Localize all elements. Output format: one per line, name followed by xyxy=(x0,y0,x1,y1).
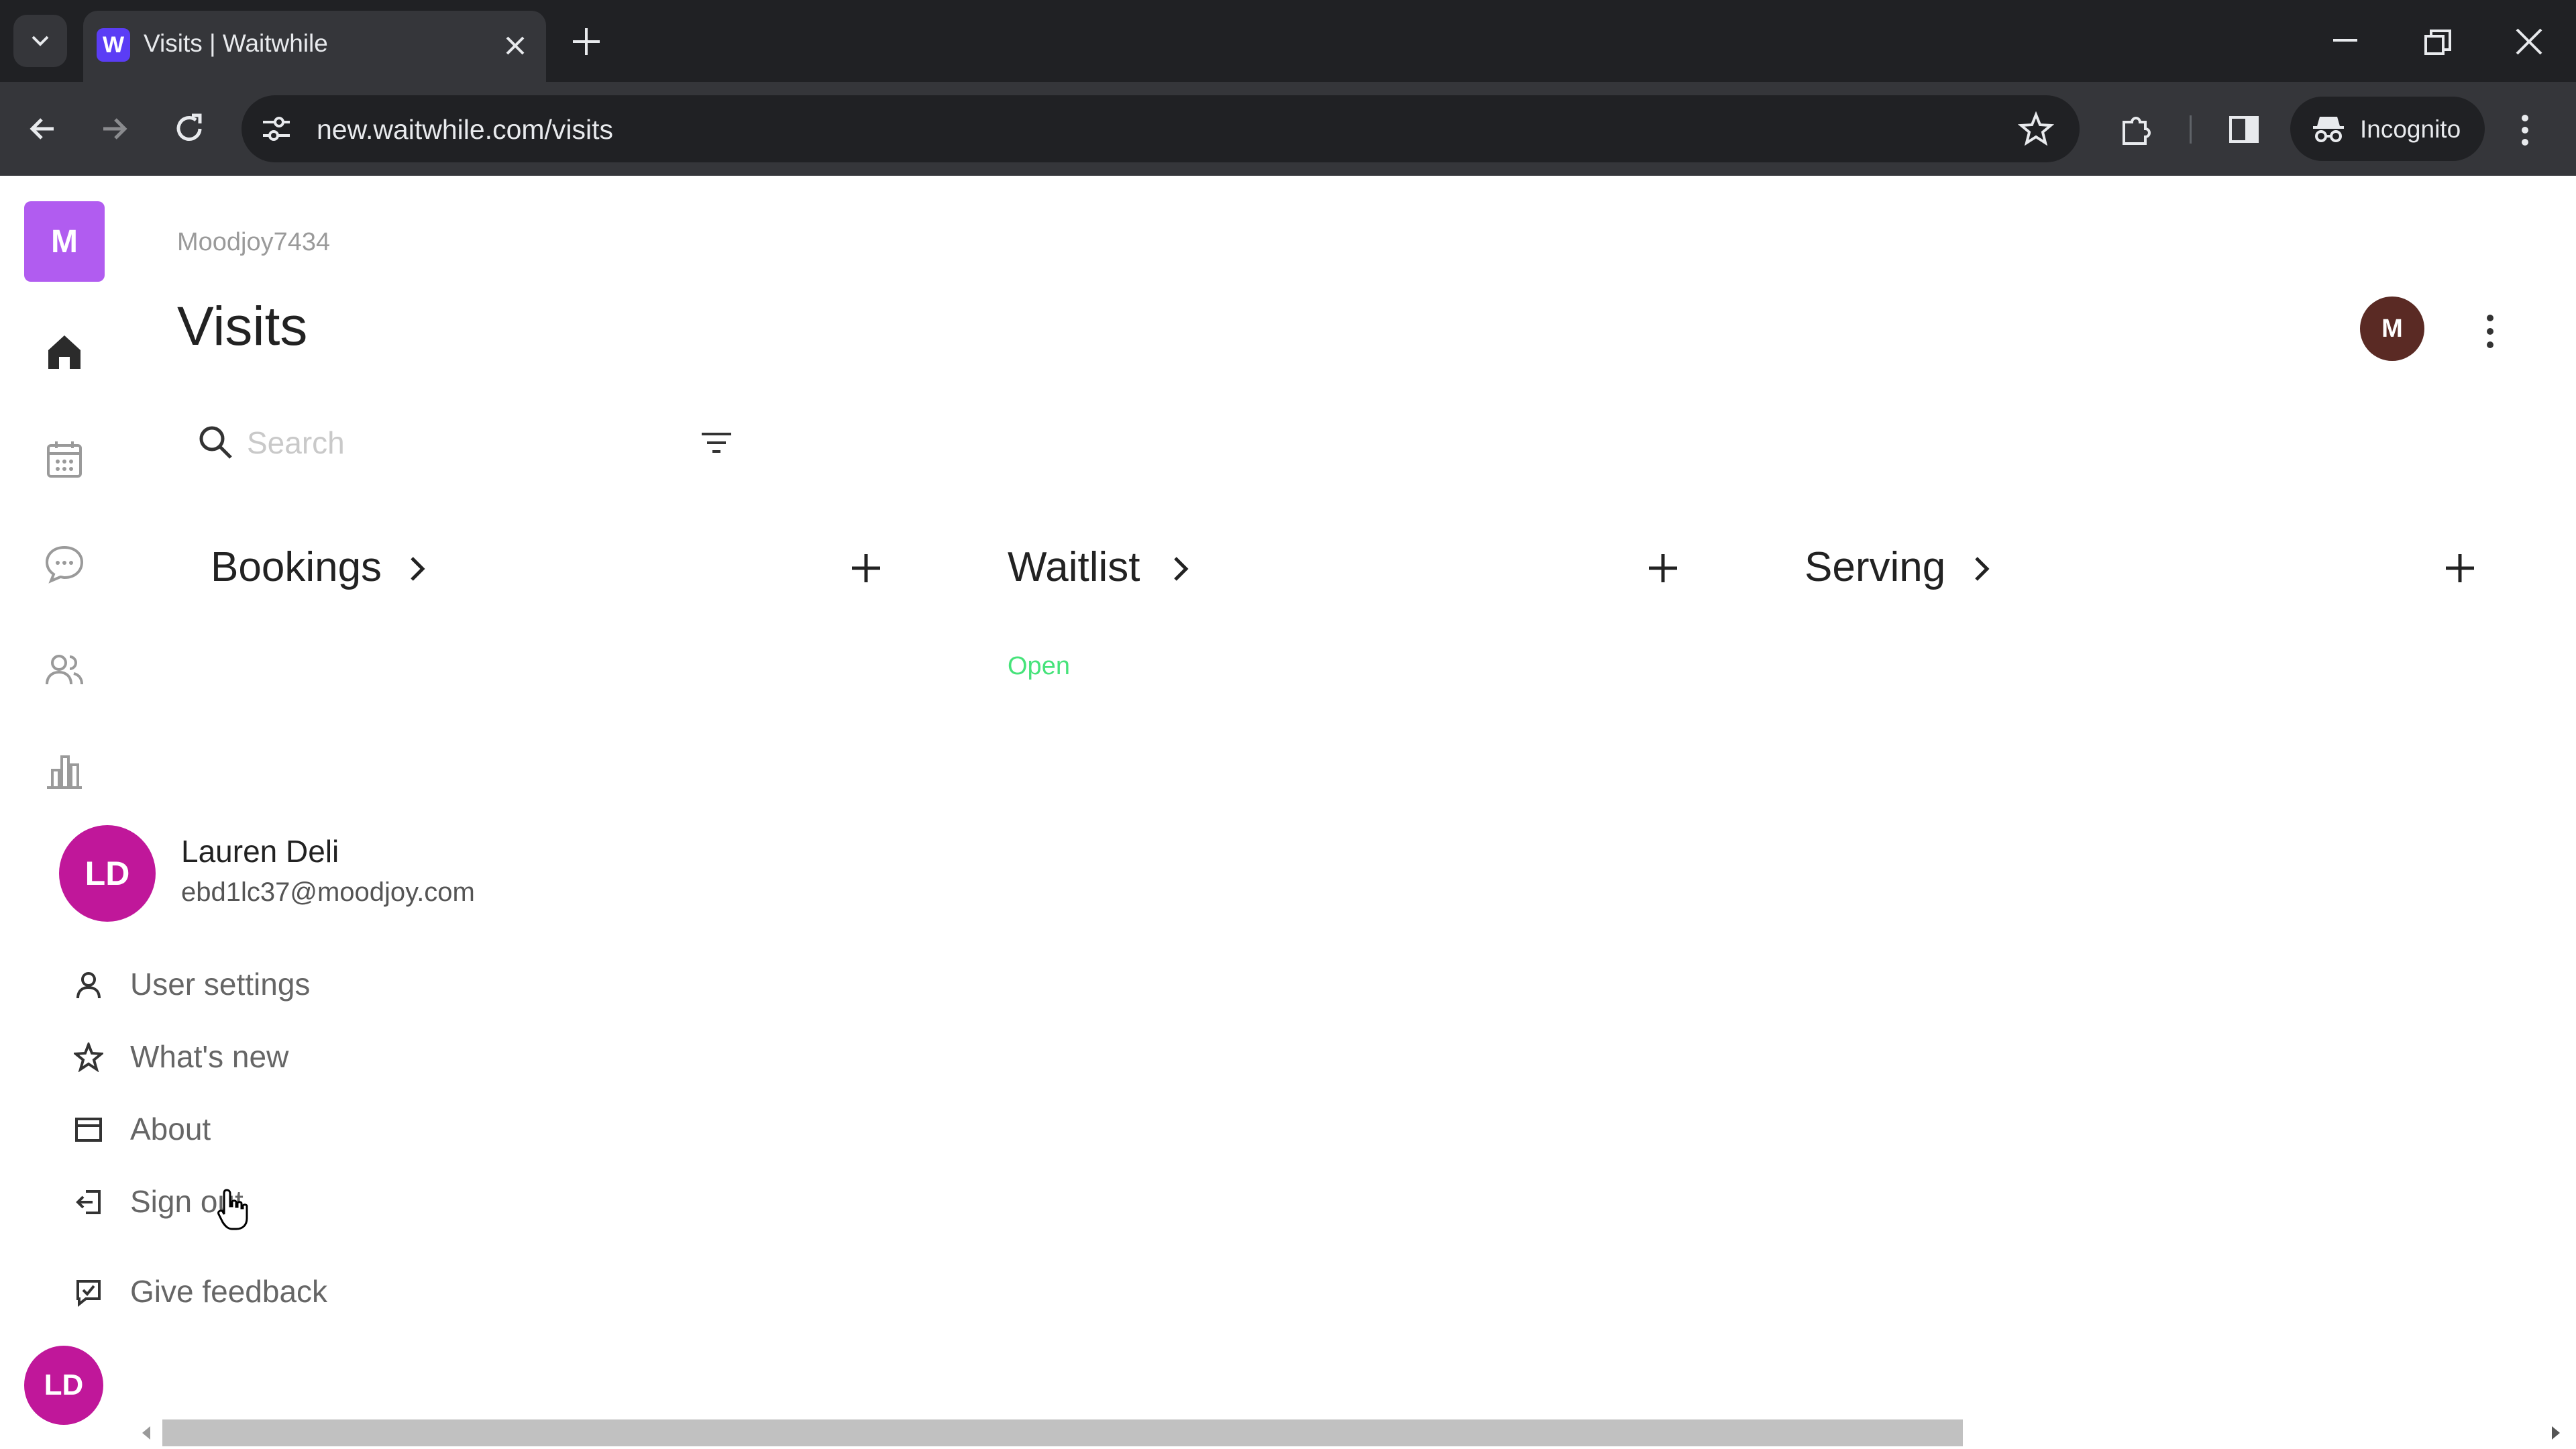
incognito-label: Incognito xyxy=(2360,115,2461,143)
menu-item-label: About xyxy=(130,1112,211,1146)
chevron-right-icon[interactable] xyxy=(1970,554,1994,584)
browser-menu-icon[interactable] xyxy=(2517,113,2533,148)
sign-out-icon xyxy=(76,1190,101,1214)
minimize-window-icon[interactable] xyxy=(2328,27,2363,62)
user-name: Lauren Deli xyxy=(181,834,339,869)
account-name[interactable]: Moodjoy7434 xyxy=(177,228,330,257)
browser-toolbar: new.waitwhile.com/visits Incognito xyxy=(0,82,2576,176)
menu-item-sign-out[interactable]: Sign out xyxy=(67,1174,537,1228)
add-booking-icon[interactable] xyxy=(849,551,883,585)
tab-search-button[interactable] xyxy=(13,15,67,67)
close-window-icon[interactable] xyxy=(2512,24,2546,59)
add-waitlist-icon[interactable] xyxy=(1646,551,1680,585)
user-icon xyxy=(76,972,101,999)
user-avatar: LD xyxy=(59,825,156,922)
url-text: new.waitwhile.com/visits xyxy=(317,114,614,145)
menu-item-user-settings[interactable]: User settings xyxy=(67,957,537,1010)
user-menu: LD Lauren Deli ebd1lc37@moodjoy.com User… xyxy=(0,805,604,1342)
chat-icon[interactable] xyxy=(43,542,86,585)
add-serving-icon[interactable] xyxy=(2443,551,2477,585)
org-switcher[interactable]: M xyxy=(24,201,105,282)
user-email: ebd1lc37@moodjoy.com xyxy=(181,877,475,907)
account-avatar[interactable]: M xyxy=(2360,297,2424,361)
incognito-icon xyxy=(2313,117,2344,142)
scroll-left-icon[interactable] xyxy=(140,1425,153,1441)
side-panel-icon[interactable] xyxy=(2227,113,2261,146)
horizontal-scrollbar[interactable] xyxy=(134,1417,2576,1449)
scrollbar-thumb[interactable] xyxy=(162,1419,1963,1446)
menu-item-label: What's new xyxy=(130,1039,289,1074)
extensions-icon[interactable] xyxy=(2118,111,2155,148)
search-input[interactable] xyxy=(247,416,649,470)
reload-icon[interactable] xyxy=(172,111,207,146)
address-bar[interactable]: new.waitwhile.com/visits xyxy=(241,95,2080,162)
more-options-icon[interactable] xyxy=(2482,313,2498,350)
star-icon xyxy=(74,1042,103,1072)
site-info-icon[interactable] xyxy=(260,114,292,144)
browser-tab-active[interactable]: W Visits | Waitwhile xyxy=(83,11,546,82)
new-tab-icon[interactable] xyxy=(569,24,604,59)
browser-tab-strip: W Visits | Waitwhile xyxy=(0,0,2576,82)
menu-item-about[interactable]: About xyxy=(67,1102,537,1155)
waitlist-column-header: Waitlist xyxy=(1008,537,1692,597)
incognito-indicator[interactable]: Incognito xyxy=(2290,97,2485,161)
menu-item-label: User settings xyxy=(130,967,311,1002)
analytics-icon[interactable] xyxy=(43,750,86,790)
waitlist-title[interactable]: Waitlist xyxy=(1008,543,1140,591)
bookings-title[interactable]: Bookings xyxy=(211,543,382,591)
menu-item-give-feedback[interactable]: Give feedback xyxy=(67,1264,537,1318)
chevron-right-icon[interactable] xyxy=(405,554,429,584)
filter-icon[interactable] xyxy=(699,431,734,455)
menu-item-whats-new[interactable]: What's new xyxy=(67,1029,537,1083)
bookings-column-header: Bookings xyxy=(211,537,895,597)
close-tab-icon[interactable] xyxy=(499,30,531,62)
user-avatar-bottom[interactable]: LD xyxy=(24,1346,103,1425)
customers-icon[interactable] xyxy=(43,648,86,691)
waitwhile-favicon-icon: W xyxy=(97,28,130,62)
bookmark-star-icon[interactable] xyxy=(2018,111,2054,148)
waitlist-status: Open xyxy=(1008,652,1070,680)
page-title: Visits xyxy=(177,296,308,357)
back-arrow-icon[interactable] xyxy=(27,113,59,145)
forward-arrow-icon[interactable] xyxy=(98,113,130,145)
chevron-right-icon[interactable] xyxy=(1169,554,1193,584)
feedback-icon xyxy=(76,1280,101,1307)
tab-title: Visits | Waitwhile xyxy=(144,30,328,57)
restore-window-icon[interactable] xyxy=(2420,25,2455,60)
search-icon xyxy=(199,426,232,459)
hand-cursor-icon xyxy=(217,1189,248,1230)
home-icon[interactable] xyxy=(43,330,86,373)
window-icon xyxy=(75,1118,102,1142)
calendar-icon[interactable] xyxy=(43,437,86,480)
scroll-right-icon[interactable] xyxy=(2549,1425,2563,1441)
serving-title[interactable]: Serving xyxy=(1805,543,1945,591)
toolbar-divider xyxy=(2190,115,2192,144)
chevron-down-icon xyxy=(32,36,49,46)
serving-column-header: Serving xyxy=(1805,537,2489,597)
menu-item-label: Give feedback xyxy=(130,1274,328,1309)
